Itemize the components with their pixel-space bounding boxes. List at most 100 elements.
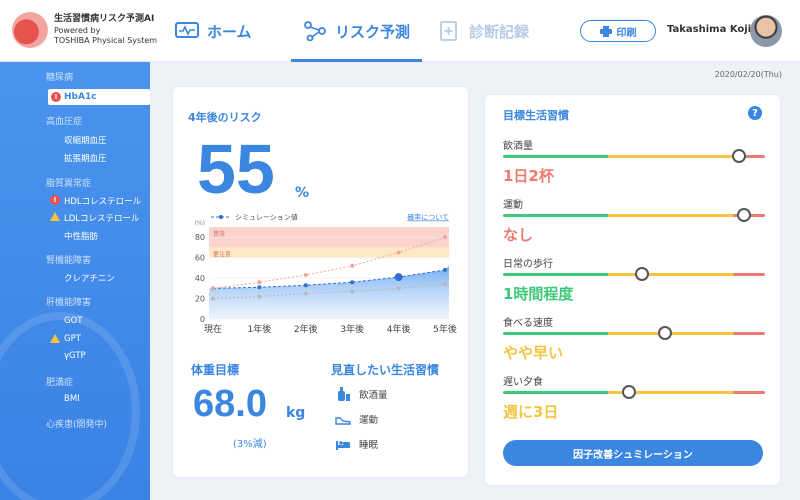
data-point	[443, 282, 447, 287]
powered-by: Powered by	[54, 26, 101, 35]
goal-slider-knob[interactable]	[731, 149, 746, 163]
print-button[interactable]: 印刷	[580, 20, 656, 42]
goal-row-eating-speed: 食べる速度 やや早い	[503, 314, 765, 372]
goal-value: やや早い	[503, 344, 564, 362]
app-logo	[12, 12, 48, 48]
monitor-icon	[175, 22, 199, 38]
sidebar-cat-obesity: 肥満症	[46, 378, 74, 388]
powered-by-company: TOSHIBA Physical System	[54, 36, 158, 45]
tab-home[interactable]: ホーム	[175, 0, 252, 62]
alert-icon: !	[51, 92, 61, 102]
data-point	[394, 273, 403, 282]
data-point	[303, 283, 308, 288]
habit-label: 睡眠	[359, 440, 379, 451]
data-point	[350, 280, 355, 285]
x-tick-label: 3年後	[340, 323, 364, 335]
sidebar-cat-diabetes: 糖尿病	[46, 73, 74, 83]
goal-label: 日常の歩行	[503, 259, 553, 270]
sidebar: 糖尿病 ! HbA1c 高血圧症 収縮期血圧 拡張期血圧 脂質異常症 ! HDL…	[0, 62, 150, 500]
habit-item-alcohol: 飲酒量	[335, 387, 388, 401]
sidebar-cat-heart: 心疾患(開発中)	[46, 420, 108, 430]
goal-row-walking: 日常の歩行 1時間程度	[503, 255, 765, 313]
y-axis-unit: (%)	[195, 220, 205, 227]
goal-row-late-dinner: 遅い夕食 週に3日	[503, 373, 765, 431]
x-tick-label: 現在	[204, 323, 222, 335]
y-tick-label: 60	[195, 254, 205, 263]
habit-label: 飲酒量	[359, 390, 388, 401]
sidebar-item-creatinine[interactable]: クレアチニン	[64, 272, 115, 284]
tab-record[interactable]: 診断記録	[437, 0, 529, 62]
goal-slider-track[interactable]	[503, 214, 765, 217]
tab-risk-label: リスク予測	[335, 22, 411, 41]
warning-icon	[50, 334, 60, 343]
app-header: 生活習慣病リスク予測AI Powered by TOSHIBA Physical…	[0, 0, 800, 62]
risk-band	[209, 247, 449, 258]
goal-slider-knob[interactable]	[621, 385, 636, 399]
goal-label: 飲酒量	[503, 141, 533, 152]
goal-slider-track[interactable]	[503, 155, 765, 158]
tab-risk[interactable]: リスク予測	[290, 0, 423, 62]
x-tick-label: 4年後	[387, 323, 411, 335]
goal-slider-knob[interactable]	[658, 326, 673, 340]
goal-slider-track[interactable]	[503, 332, 765, 335]
legend-marker	[219, 215, 223, 219]
sidebar-item-hdl[interactable]: HDLコレステロール	[64, 195, 141, 207]
data-point	[211, 286, 215, 291]
sidebar-cat-liver: 肝機能障害	[46, 298, 92, 308]
data-point	[257, 285, 262, 290]
data-point	[303, 273, 308, 278]
sidebar-item-systolic[interactable]: 収縮期血圧	[64, 134, 107, 146]
sidebar-item-ldl[interactable]: LDLコレステロール	[64, 212, 140, 224]
goals-title: 目標生活習慣	[503, 109, 569, 122]
sidebar-item-gpt[interactable]: GPT	[64, 334, 81, 344]
x-tick-label: 2年後	[294, 323, 318, 335]
printer-icon	[599, 25, 612, 37]
risk-value: 55	[197, 130, 275, 208]
y-tick-label: 80	[195, 233, 205, 242]
sidebar-item-got[interactable]: GOT	[64, 316, 82, 326]
data-point	[443, 235, 447, 240]
goal-value: 1日2杯	[503, 167, 554, 185]
habit-item-sleep: 睡眠	[335, 437, 378, 451]
habits-title: 見直したい生活習慣	[331, 363, 440, 377]
tab-record-label: 診断記録	[469, 22, 530, 41]
x-tick-label: 5年後	[433, 323, 457, 335]
goal-label: 運動	[503, 200, 523, 211]
goal-label: 遅い夕食	[503, 377, 543, 388]
alert-icon: !	[50, 195, 60, 205]
sidebar-item-bmi[interactable]: BMI	[64, 394, 80, 404]
goal-value: 1時間程度	[503, 285, 574, 303]
goal-row-exercise: 運動 なし	[503, 196, 765, 254]
help-icon[interactable]: ?	[748, 106, 762, 120]
tab-home-label: ホーム	[207, 22, 252, 41]
weight-title: 体重目標	[191, 363, 240, 377]
data-point	[350, 289, 355, 294]
avatar[interactable]	[750, 15, 782, 47]
print-button-label: 印刷	[616, 27, 637, 39]
y-tick-label: 20	[195, 295, 205, 304]
y-tick-label: 0	[200, 315, 205, 324]
legend-label: シミュレーション値	[235, 213, 298, 222]
sidebar-item-label: HbA1c	[64, 92, 97, 102]
weight-unit: kg	[286, 405, 306, 421]
probability-link[interactable]: 確率について	[407, 213, 449, 222]
goal-row-alcohol: 飲酒量 1日2杯	[503, 137, 765, 195]
risk-band-label: 要注意	[213, 250, 231, 258]
sidebar-item-hba1c[interactable]: ! HbA1c	[48, 89, 150, 105]
sidebar-item-ggtp[interactable]: γGTP	[64, 351, 86, 361]
sidebar-item-tg[interactable]: 中性脂肪	[64, 230, 98, 242]
goal-slider-knob[interactable]	[634, 267, 649, 281]
weight-note: (3%減)	[233, 439, 267, 450]
sidebar-item-diastolic[interactable]: 拡張期血圧	[64, 152, 107, 164]
data-point	[257, 280, 262, 285]
warning-icon	[50, 212, 60, 221]
document-icon	[440, 21, 457, 41]
goal-value: 週に3日	[503, 403, 559, 421]
current-date: 2020/02/20(Thu)	[714, 70, 782, 79]
simulation-button[interactable]: 因子改善シュミレーション	[503, 440, 763, 466]
goal-slider-knob[interactable]	[737, 208, 752, 222]
risk-chart: 異常要注意 0 20 40 60 80 (%) 現在 1年後 2年後 3年後 4年後 5年後 シミュレーシ…	[195, 213, 457, 336]
app-title: 生活習慣病リスク予測AI	[54, 14, 155, 24]
risk-unit: %	[295, 185, 310, 201]
y-tick-label: 40	[195, 274, 205, 283]
